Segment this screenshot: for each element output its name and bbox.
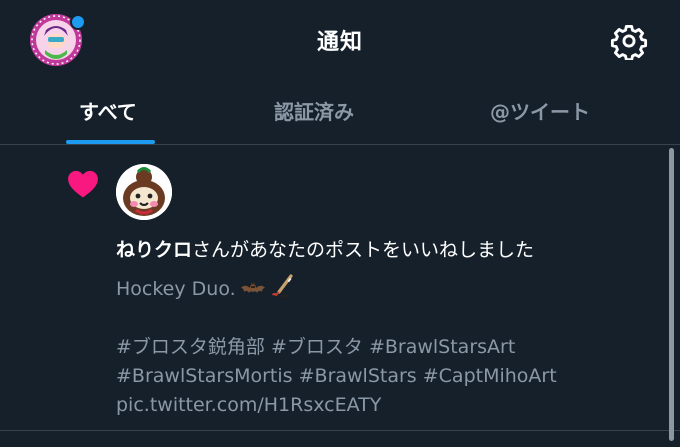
notification-item[interactable]: ねりクロさんがあなたのポストをいいねしました Hockey Duo. #ブロスタ…: [0, 145, 680, 431]
tab-verified[interactable]: 認証済み: [274, 96, 354, 125]
like-action-text: さんがあなたのポストをいいねしました: [192, 239, 535, 261]
hashtag[interactable]: #ブロスタ: [271, 336, 363, 358]
hashtag[interactable]: #BrawlStars: [299, 365, 417, 387]
scrollbar[interactable]: [669, 148, 674, 441]
liker-avatar[interactable]: [116, 164, 172, 220]
hashtag[interactable]: #CaptMihoArt: [423, 365, 557, 387]
post-link[interactable]: pic.twitter.com/H1RsxcEATY: [116, 391, 656, 420]
header: 通知: [0, 0, 680, 82]
post-text: Hockey Duo.: [116, 278, 236, 300]
post-hashtags: #ブロスタ鋭角部 #ブロスタ #BrawlStarsArt #BrawlStar…: [116, 333, 656, 420]
tab-all[interactable]: すべて: [79, 96, 137, 125]
hashtag[interactable]: #BrawlStarsArt: [369, 336, 515, 358]
hashtag[interactable]: #ブロスタ鋭角部: [116, 336, 265, 358]
heart-icon: [66, 167, 100, 199]
hashtag[interactable]: #BrawlStarsMortis: [116, 365, 293, 387]
hockey-stick-emoji-icon: [270, 274, 296, 305]
page-title: 通知: [316, 30, 363, 55]
bat-emoji-icon: [240, 276, 266, 305]
liker-name[interactable]: ねりクロ: [116, 239, 192, 261]
liked-post-text: Hockey Duo.: [116, 274, 296, 305]
notification-tabs: すべて 認証済み @ツイート: [0, 82, 680, 145]
like-message: ねりクロさんがあなたのポストをいいねしました: [116, 235, 534, 262]
hashtag-line: #BrawlStarsMortis #BrawlStars #CaptMihoA…: [116, 362, 656, 391]
settings-gear-icon[interactable]: [610, 22, 648, 62]
active-tab-indicator: [66, 140, 155, 144]
notifications-screen: 通知 すべて 認証済み @ツイート ねりクロさんがあなたのポストをいいねしました…: [0, 0, 680, 447]
tab-mentions[interactable]: @ツイート: [490, 96, 590, 125]
hashtag-line: #ブロスタ鋭角部 #ブロスタ #BrawlStarsArt: [116, 333, 656, 362]
